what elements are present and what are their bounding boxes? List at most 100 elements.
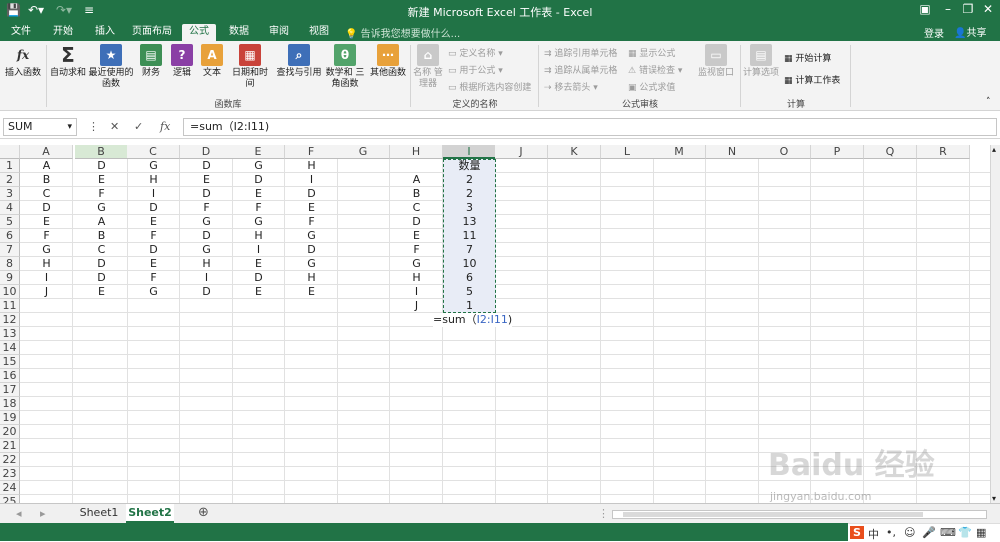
collapse-ribbon-icon[interactable]: ˄: [986, 97, 991, 107]
cell-h3[interactable]: B: [390, 187, 443, 201]
cell-d4[interactable]: F: [180, 201, 233, 215]
cell-d5[interactable]: G: [180, 215, 233, 229]
restore-icon[interactable]: ❐: [958, 2, 978, 16]
tab-insert[interactable]: 插入: [88, 24, 122, 41]
cell-c3[interactable]: I: [127, 187, 180, 201]
cell-c2[interactable]: H: [127, 173, 180, 187]
vertical-scrollbar[interactable]: ▴ ▾: [990, 145, 1000, 503]
cell-c9[interactable]: F: [127, 271, 180, 285]
cell-b4[interactable]: G: [75, 201, 128, 215]
use-in-formula-button[interactable]: ▭ 用于公式 ▾: [448, 63, 503, 76]
trace-precedents-button[interactable]: ⇉ 追踪引用单元格: [544, 46, 617, 59]
row-header-23[interactable]: 23: [0, 467, 20, 481]
column-header-p[interactable]: P: [811, 145, 864, 159]
login-link[interactable]: 登录: [924, 25, 944, 40]
cell-h5[interactable]: D: [390, 215, 443, 229]
cell-d10[interactable]: D: [180, 285, 233, 299]
cell-h10[interactable]: I: [390, 285, 443, 299]
name-box[interactable]: SUM ▾: [3, 118, 77, 136]
insert-function-button[interactable]: fx 插入函数: [2, 44, 44, 79]
cell-i3[interactable]: 2: [443, 187, 496, 201]
cell-f5[interactable]: F: [285, 215, 338, 229]
cell-h8[interactable]: G: [390, 257, 443, 271]
cell-f9[interactable]: H: [285, 271, 338, 285]
column-header-b[interactable]: B: [75, 145, 128, 159]
math-button[interactable]: θ 数学和 三角函数: [322, 44, 368, 90]
horizontal-scrollbar[interactable]: [612, 510, 987, 519]
autosum-button[interactable]: Σ 自动求和: [48, 44, 88, 79]
row-header-22[interactable]: 22: [0, 453, 20, 467]
cell-i2[interactable]: 2: [443, 173, 496, 187]
tab-data[interactable]: 数据: [222, 24, 256, 41]
recent-functions-button[interactable]: ★ 最近使用的 函数: [88, 44, 134, 90]
row-header-7[interactable]: 7: [0, 243, 20, 257]
grid-icon[interactable]: ▦: [976, 526, 986, 539]
row-header-24[interactable]: 24: [0, 481, 20, 495]
define-name-button[interactable]: ▭ 定义名称 ▾: [448, 46, 503, 59]
cell-d7[interactable]: G: [180, 243, 233, 257]
cell-e4[interactable]: F: [232, 201, 285, 215]
row-header-6[interactable]: 6: [0, 229, 20, 243]
ribbon-display-icon[interactable]: ▣: [915, 2, 935, 16]
sheet-tab-sheet1[interactable]: Sheet1: [74, 504, 124, 523]
cell-h11[interactable]: J: [390, 299, 443, 313]
tab-formulas[interactable]: 公式: [182, 24, 216, 41]
row-header-25[interactable]: 25: [0, 495, 20, 503]
select-all-corner[interactable]: [0, 145, 20, 159]
cell-a4[interactable]: D: [20, 201, 73, 215]
row-header-14[interactable]: 14: [0, 341, 20, 355]
shirt-icon[interactable]: 👕: [958, 526, 972, 539]
cell-d6[interactable]: D: [180, 229, 233, 243]
cell-a8[interactable]: H: [20, 257, 73, 271]
column-header-n[interactable]: N: [706, 145, 759, 159]
cell-h6[interactable]: E: [390, 229, 443, 243]
cell-c8[interactable]: E: [127, 257, 180, 271]
cell-c6[interactable]: F: [127, 229, 180, 243]
next-sheet-icon[interactable]: ▸: [40, 507, 46, 520]
watch-window-button[interactable]: ▭ 监视窗口: [696, 44, 736, 79]
evaluate-formula-button[interactable]: ▣ 公式求值: [628, 80, 675, 93]
cell-d2[interactable]: E: [180, 173, 233, 187]
calc-options-button[interactable]: ▤ 计算选项: [742, 44, 780, 79]
chinese-input-icon[interactable]: 中: [868, 526, 879, 542]
column-header-f[interactable]: F: [285, 145, 338, 159]
row-header-4[interactable]: 4: [0, 201, 20, 215]
cell-a3[interactable]: C: [20, 187, 73, 201]
scroll-up-icon[interactable]: ▴: [992, 145, 996, 154]
cell-b1[interactable]: D: [75, 159, 128, 173]
cell-b7[interactable]: C: [75, 243, 128, 257]
tell-me-box[interactable]: 💡 告诉我您想要做什么...: [345, 25, 460, 40]
cell-a1[interactable]: A: [20, 159, 73, 173]
column-header-o[interactable]: O: [758, 145, 811, 159]
cell-h9[interactable]: H: [390, 271, 443, 285]
row-header-9[interactable]: 9: [0, 271, 20, 285]
column-header-j[interactable]: J: [495, 145, 548, 159]
row-header-16[interactable]: 16: [0, 369, 20, 383]
lookup-button[interactable]: ⌕ 查找与引用: [276, 44, 322, 79]
cell-i5[interactable]: 13: [443, 215, 496, 229]
scroll-thumb[interactable]: [623, 512, 923, 517]
keyboard-icon[interactable]: ⌨: [940, 526, 956, 539]
tab-view[interactable]: 视图: [302, 24, 336, 41]
cell-i11[interactable]: 1: [443, 299, 496, 313]
column-header-h[interactable]: H: [390, 145, 443, 159]
tab-file[interactable]: 文件: [4, 24, 38, 41]
column-header-l[interactable]: L: [601, 145, 654, 159]
row-header-11[interactable]: 11: [0, 299, 20, 313]
row-header-5[interactable]: 5: [0, 215, 20, 229]
cell-f3[interactable]: D: [285, 187, 338, 201]
cell-d8[interactable]: H: [180, 257, 233, 271]
cell-e9[interactable]: D: [232, 271, 285, 285]
editing-cell-i12[interactable]: =sum（I2:I11): [433, 313, 513, 327]
cell-c5[interactable]: E: [127, 215, 180, 229]
cell-a9[interactable]: I: [20, 271, 73, 285]
cell-a10[interactable]: J: [20, 285, 73, 299]
prev-sheet-icon[interactable]: ◂: [16, 507, 22, 520]
cell-c1[interactable]: G: [127, 159, 180, 173]
error-checking-button[interactable]: ⚠ 错误检查 ▾: [628, 63, 682, 76]
cell-e7[interactable]: I: [232, 243, 285, 257]
insert-function-icon[interactable]: fx: [160, 120, 170, 133]
row-header-19[interactable]: 19: [0, 411, 20, 425]
cell-f6[interactable]: G: [285, 229, 338, 243]
cell-a5[interactable]: E: [20, 215, 73, 229]
